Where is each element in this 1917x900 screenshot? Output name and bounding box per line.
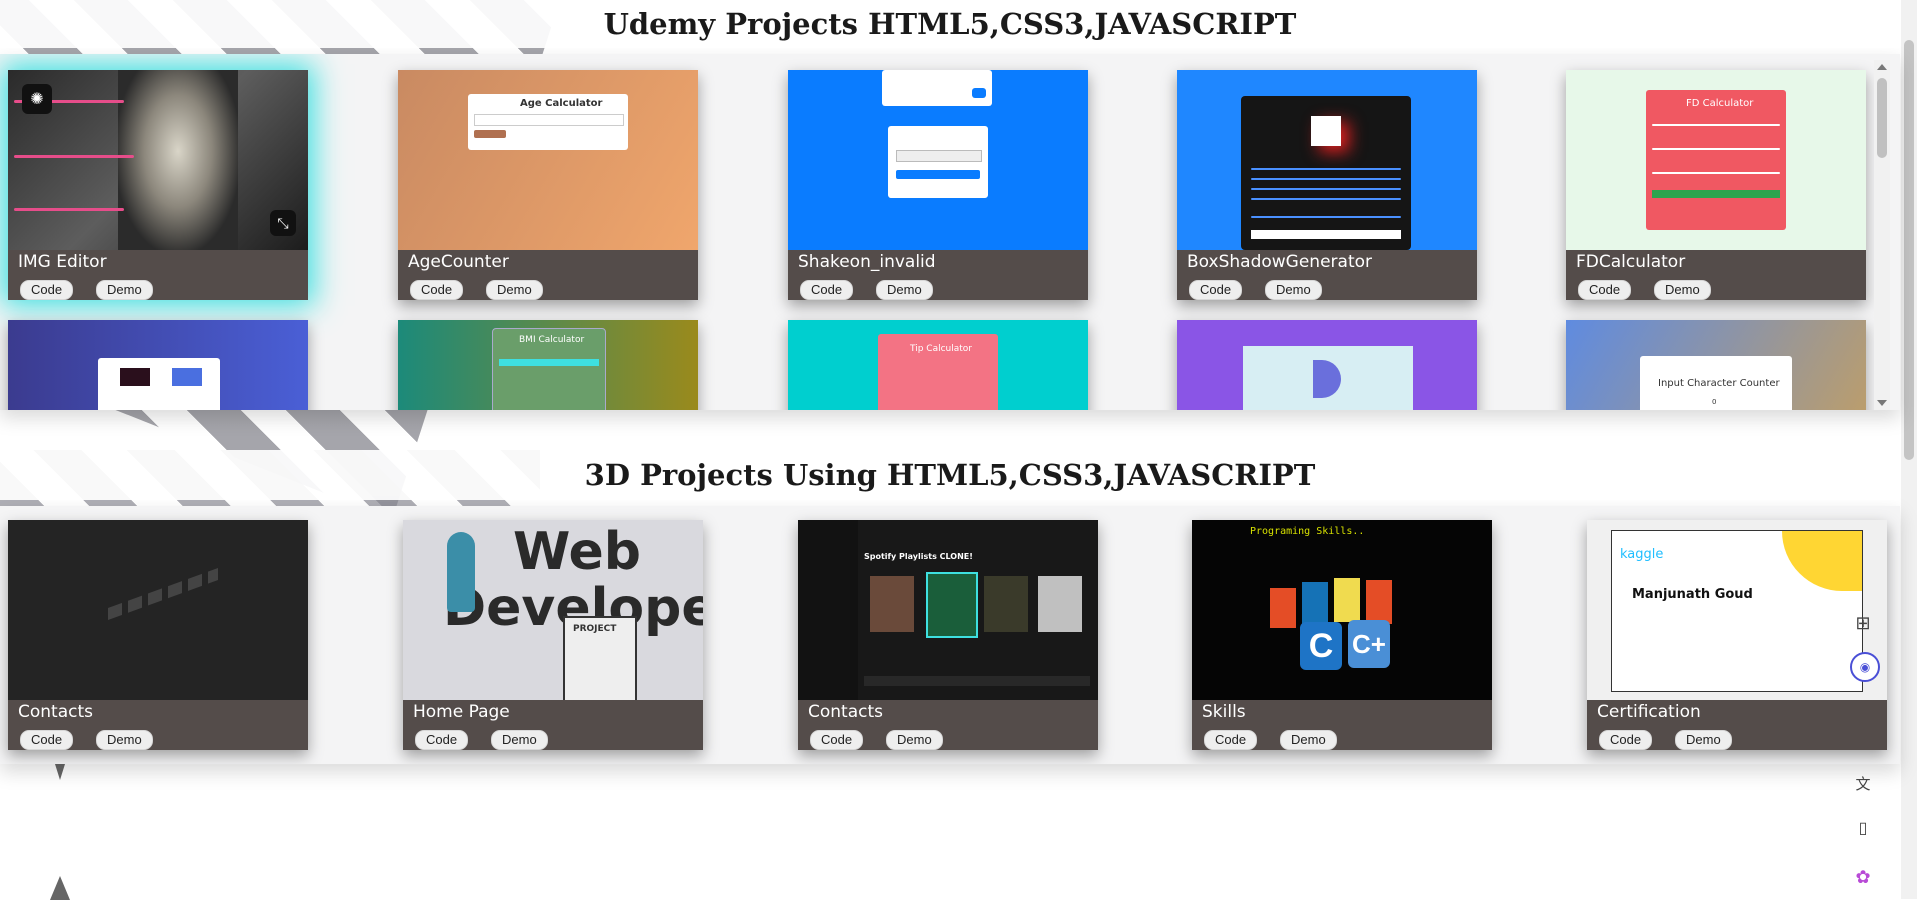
demo-button[interactable]: Demo xyxy=(886,730,943,750)
demo-button[interactable]: Demo xyxy=(96,730,153,750)
translate-icon[interactable]: 文 xyxy=(1850,770,1876,796)
code-button[interactable]: Code xyxy=(1204,730,1258,750)
card-title: FDCalculator xyxy=(1576,252,1686,272)
card-title: Shakeon_invalid xyxy=(798,252,936,272)
code-button[interactable]: Code xyxy=(810,730,864,750)
ai-brain-icon[interactable]: ✿ xyxy=(1850,864,1876,890)
card-title: Home Page xyxy=(413,702,510,722)
code-button[interactable]: Code xyxy=(20,280,74,300)
brain-icon[interactable]: ✺ xyxy=(22,84,52,114)
code-button[interactable]: Code xyxy=(415,730,469,750)
card-title: IMG Editor xyxy=(18,252,107,272)
project-card: Shakeon_invalid Code Demo xyxy=(788,70,1088,300)
code-button[interactable]: Code xyxy=(20,730,74,750)
scroll-thumb[interactable] xyxy=(1877,78,1887,158)
demo-button[interactable]: Demo xyxy=(1265,280,1322,300)
project-card: Web Developer PROJECT Home Page Code Dem… xyxy=(403,520,703,750)
crop-icon[interactable]: ⤡ xyxy=(270,210,296,236)
demo-button[interactable]: Demo xyxy=(1280,730,1337,750)
card-thumbnail xyxy=(8,320,308,410)
card-title: Contacts xyxy=(808,702,883,722)
code-button[interactable]: Code xyxy=(1578,280,1632,300)
card-title: Contacts xyxy=(18,702,93,722)
card-title: BoxShadowGenerator xyxy=(1187,252,1373,272)
code-button[interactable]: Code xyxy=(800,280,854,300)
section-title-udemy: Udemy Projects HTML5,CSS3,JAVASCRIPT xyxy=(0,0,1900,48)
card-thumbnail: BMI Calculator xyxy=(398,320,698,410)
code-button[interactable]: Code xyxy=(1599,730,1653,750)
project-card: Age Calculator AgeCounter Code Demo xyxy=(398,70,698,300)
project-card: BMI Calculator xyxy=(398,320,698,410)
card-thumbnail: Web Developer PROJECT xyxy=(403,520,703,700)
project-card: BoxShadowGenerator Code Demo xyxy=(1177,70,1477,300)
card-thumbnail: Age Calculator xyxy=(398,70,698,250)
projects-scrollbar[interactable] xyxy=(1874,60,1890,410)
demo-button[interactable]: Demo xyxy=(1675,730,1732,750)
chat-bot-icon[interactable]: ◉ xyxy=(1850,652,1880,682)
project-card: Input Character Counter 0 xyxy=(1566,320,1866,410)
project-card: kaggle Manjunath Goud Certification Code… xyxy=(1587,520,1887,750)
card-title: Certification xyxy=(1597,702,1701,722)
code-button[interactable]: Code xyxy=(410,280,464,300)
3d-projects-section[interactable]: Contacts Code Demo Web Developer PROJECT… xyxy=(0,506,1900,764)
card-thumbnail: Tip Calculator xyxy=(788,320,1088,410)
project-card xyxy=(8,320,308,410)
robot-figure-image xyxy=(118,70,238,250)
project-card: Programing Skills.. C C+ Skills Code Dem… xyxy=(1192,520,1492,750)
udemy-projects-section[interactable]: ✺ ⤡ IMG Editor Code Demo Age Calculator … xyxy=(0,54,1900,410)
scroll-down-arrow[interactable] xyxy=(1877,400,1887,406)
project-card: ✺ ⤡ IMG Editor Code Demo xyxy=(8,70,308,300)
card-thumbnail: Programing Skills.. C C+ xyxy=(1192,520,1492,700)
card-title: Skills xyxy=(1202,702,1246,722)
demo-button[interactable]: Demo xyxy=(876,280,933,300)
page-scrollbar[interactable] xyxy=(1901,0,1917,899)
card-thumbnail xyxy=(8,520,308,700)
project-card xyxy=(1177,320,1477,410)
section-title-3d: 3D Projects Using HTML5,CSS3,JAVASCRIPT xyxy=(0,450,1900,500)
card-thumbnail: FD Calculator xyxy=(1566,70,1866,250)
card-thumbnail: ✺ ⤡ xyxy=(8,70,308,250)
decorative-triangle xyxy=(50,876,70,900)
demo-button[interactable]: Demo xyxy=(486,280,543,300)
card-thumbnail xyxy=(1177,320,1477,410)
card-thumbnail: kaggle Manjunath Goud xyxy=(1587,520,1887,700)
project-card: Contacts Code Demo xyxy=(8,520,308,750)
project-card: Spotify Playlists CLONE! Contacts Code D… xyxy=(798,520,1098,750)
project-card: FD Calculator FDCalculator Code Demo xyxy=(1566,70,1866,300)
reader-icon[interactable]: ▯ xyxy=(1850,815,1876,841)
card-thumbnail xyxy=(788,70,1088,250)
project-card: Tip Calculator xyxy=(788,320,1088,410)
card-title: AgeCounter xyxy=(408,252,509,272)
demo-button[interactable]: Demo xyxy=(1654,280,1711,300)
code-button[interactable]: Code xyxy=(1189,280,1243,300)
card-thumbnail: Spotify Playlists CLONE! xyxy=(798,520,1098,700)
grid-icon[interactable]: ⊞ xyxy=(1850,610,1876,636)
page-scroll-thumb[interactable] xyxy=(1904,40,1914,460)
card-thumbnail xyxy=(1177,70,1477,250)
card-thumbnail: Input Character Counter 0 xyxy=(1566,320,1866,410)
scroll-up-arrow[interactable] xyxy=(1877,64,1887,70)
demo-button[interactable]: Demo xyxy=(96,280,153,300)
demo-button[interactable]: Demo xyxy=(491,730,548,750)
